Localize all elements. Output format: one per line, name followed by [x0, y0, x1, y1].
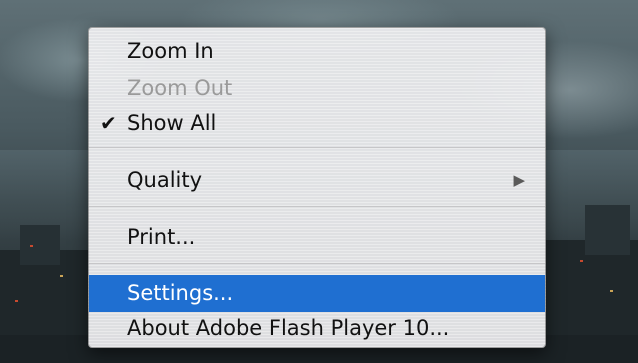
menu-item-zoom-in[interactable]: Zoom In — [89, 33, 545, 70]
background-light — [580, 260, 583, 262]
menu-item-settings[interactable]: Settings... — [89, 275, 545, 312]
menu-item-print[interactable]: Print... — [89, 219, 545, 256]
menu-item-about-flash-player[interactable]: About Adobe Flash Player 10... — [89, 310, 545, 347]
menu-item-label: Zoom In — [127, 39, 214, 63]
menu-item-show-all[interactable]: ✔ Show All — [89, 105, 545, 142]
checkmark-icon: ✔ — [100, 111, 117, 135]
background-light — [610, 290, 613, 292]
menu-separator — [89, 147, 545, 148]
menu-item-label: Zoom Out — [127, 76, 233, 100]
background-building — [585, 205, 630, 255]
menu-separator — [89, 206, 545, 207]
menu-item-zoom-out: Zoom Out — [89, 70, 545, 107]
background-building — [20, 225, 60, 265]
menu-separator — [89, 263, 545, 264]
background-light — [60, 275, 63, 277]
background-light — [30, 245, 33, 247]
menu-item-label: Quality — [127, 168, 203, 192]
menu-item-label: Print... — [127, 225, 196, 249]
menu-item-label: Settings... — [127, 281, 234, 305]
menu-item-quality[interactable]: Quality ▶ — [89, 162, 545, 199]
menu-item-label: About Adobe Flash Player 10... — [127, 316, 450, 340]
submenu-arrow-icon: ▶ — [513, 171, 525, 189]
flash-context-menu: Zoom In Zoom Out ✔ Show All Quality ▶ Pr… — [88, 27, 546, 348]
background-light — [15, 300, 18, 302]
menu-item-label: Show All — [127, 111, 217, 135]
